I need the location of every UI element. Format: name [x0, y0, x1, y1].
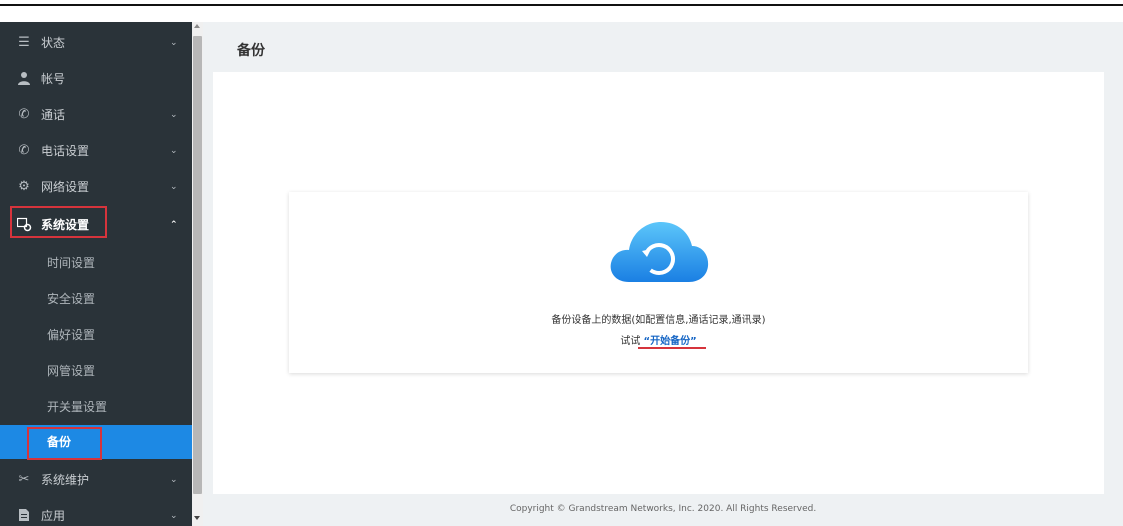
phone-ringing-icon: ✆ [18, 107, 30, 122]
highlight-underline [638, 347, 706, 349]
try-line: 试试 “开始备份” [289, 332, 1028, 347]
sidebar-item-label: 电话设置 [41, 144, 90, 158]
scroll-down-arrow-icon[interactable] [194, 516, 200, 520]
sidebar-item-label: 帐号 [41, 72, 66, 86]
sidebar-item-label: 通话 [41, 108, 66, 122]
sidebar-subitem-time[interactable]: 时间设置 [0, 246, 192, 280]
sidebar-item-label: 应用 [41, 509, 66, 523]
sidebar-item-label: 系统维护 [41, 473, 90, 487]
sidebar-subitem-label: 偏好设置 [47, 328, 96, 342]
sidebar: ☰ 状态 ⌄ 帐号 ✆ 通话 ⌄ ✆ 电话设置 ⌄ ⚙ 网络设置 ⌄ 系统设置 … [0, 22, 192, 526]
try-prefix: 试试 [620, 336, 641, 347]
phone-icon: ✆ [18, 143, 30, 158]
content-panel: 备份设备上的数据(如配置信息,通话记录,通讯录) 试试 “开始备份” [213, 72, 1104, 494]
page-title: 备份 [237, 43, 265, 59]
chevron-down-icon: ⌄ [170, 511, 178, 521]
sidebar-item-status[interactable]: ☰ 状态 ⌄ [0, 26, 192, 60]
sidebar-subitem-security[interactable]: 安全设置 [0, 282, 192, 316]
sidebar-item-network-settings[interactable]: ⚙ 网络设置 ⌄ [0, 170, 192, 204]
chevron-down-icon: ⌄ [170, 182, 178, 192]
sidebar-item-applications[interactable]: 应用 ⌄ [0, 499, 192, 526]
sidebar-item-phone-settings[interactable]: ✆ 电话设置 ⌄ [0, 134, 192, 168]
sidebar-subitem-label: 安全设置 [47, 292, 96, 306]
cloud-backup-icon[interactable] [607, 216, 711, 288]
sidebar-item-label: 状态 [41, 36, 66, 50]
network-icon: ⚙ [18, 179, 30, 194]
sidebar-subitem-label: 时间设置 [47, 256, 96, 270]
backup-card: 备份设备上的数据(如配置信息,通话记录,通讯录) 试试 “开始备份” [289, 192, 1028, 373]
start-backup-link[interactable]: “开始备份” [644, 336, 697, 347]
chevron-up-icon: ⌃ [170, 220, 178, 230]
user-icon [16, 71, 32, 87]
footer-copyright: Copyright © Grandstream Networks, Inc. 2… [509, 504, 817, 514]
highlight-box-backup [27, 427, 102, 460]
sidebar-subitem-network-management[interactable]: 网管设置 [0, 354, 192, 388]
sidebar-item-calls[interactable]: ✆ 通话 ⌄ [0, 98, 192, 132]
backup-description: 备份设备上的数据(如配置信息,通话记录,通讯录) [551, 315, 766, 326]
sidebar-scrollbar[interactable] [192, 22, 203, 526]
main-content: 备份 备份设备上的数据(如配置信息,通话记录,通讯录) 试试 “开始备份” Co… [203, 22, 1123, 526]
chevron-down-icon: ⌄ [170, 475, 178, 485]
sidebar-item-label: 网络设置 [41, 180, 90, 194]
top-divider [0, 4, 1123, 6]
sidebar-item-account[interactable]: 帐号 [0, 62, 192, 96]
highlight-box-system-settings [10, 206, 107, 238]
list-icon: ☰ [18, 35, 30, 50]
scroll-up-arrow-icon[interactable] [194, 24, 200, 28]
sidebar-subitem-label: 网管设置 [47, 364, 96, 378]
chevron-down-icon: ⌄ [170, 110, 178, 120]
sidebar-subitem-io-settings[interactable]: 开关量设置 [0, 390, 192, 424]
chevron-down-icon: ⌄ [170, 146, 178, 156]
tools-icon: ✂ [18, 472, 30, 487]
scroll-thumb[interactable] [193, 36, 202, 494]
sidebar-subitem-label: 开关量设置 [47, 400, 108, 414]
sidebar-subitem-preferences[interactable]: 偏好设置 [0, 318, 192, 352]
document-icon [16, 508, 32, 524]
sidebar-item-maintenance[interactable]: ✂ 系统维护 ⌄ [0, 463, 192, 497]
chevron-down-icon: ⌄ [170, 38, 178, 48]
